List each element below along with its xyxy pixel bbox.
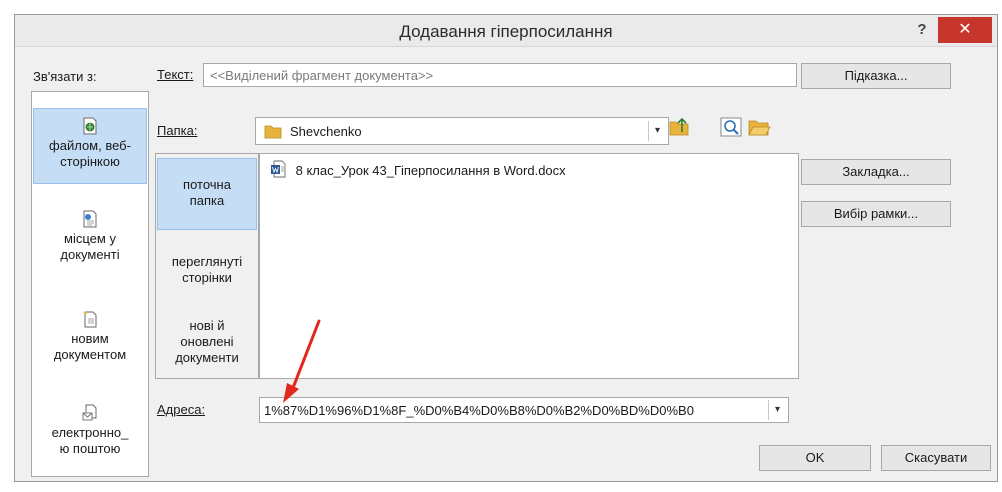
- close-button[interactable]: ✕: [938, 17, 992, 43]
- link-to-new-document[interactable]: новим документом: [33, 302, 147, 374]
- link-to-existing-file[interactable]: файлом, веб- сторінкою: [33, 108, 147, 184]
- address-label: Адреса:: [157, 402, 206, 417]
- link-to-place-in-document[interactable]: місцем у документі: [33, 202, 147, 274]
- link-to-existing-file-line1: файлом, веб-: [49, 138, 131, 153]
- browsed-pages-tab[interactable]: переглянуті сторінки: [157, 244, 257, 304]
- folder-select[interactable]: Shevchenko ▾: [255, 117, 669, 145]
- insert-hyperlink-dialog: Додавання гіперпосилання ? ✕ Зв'язати з:…: [14, 14, 998, 482]
- link-to-existing-file-line2: сторінкою: [60, 154, 120, 169]
- recent-files-line1: нові й: [189, 318, 225, 333]
- link-to-email[interactable]: електронно_ ю поштою: [33, 396, 147, 468]
- recent-files-tab[interactable]: нові й оновлені документи: [157, 312, 257, 376]
- chevron-down-icon[interactable]: ▾: [648, 121, 666, 141]
- text-to-display-label: Текст:: [157, 67, 194, 82]
- folder-icon: [264, 125, 282, 139]
- browse-web-button[interactable]: [719, 115, 743, 139]
- open-folder-icon: [748, 120, 771, 136]
- web-file-icon: [83, 117, 97, 135]
- word-document-icon: [271, 160, 286, 178]
- dialog-title: Додавання гіперпосилання: [399, 22, 613, 41]
- annotation-arrow-icon: [283, 319, 321, 403]
- title-bar: Додавання гіперпосилання ? ✕: [15, 15, 997, 47]
- current-folder-tab[interactable]: поточна папка: [157, 158, 257, 230]
- cancel-button[interactable]: Скасувати: [881, 445, 991, 471]
- chevron-down-icon[interactable]: ▾: [768, 400, 786, 420]
- look-in-pane: поточна папка переглянуті сторінки нові …: [155, 153, 259, 379]
- browse-file-button[interactable]: [747, 115, 771, 139]
- new-document-icon: [83, 311, 97, 328]
- text-to-display-input[interactable]: <<Виділений фрагмент документа>>: [203, 63, 797, 87]
- link-to-email-line2: ю поштою: [59, 441, 121, 456]
- browsed-pages-line1: переглянуті: [171, 254, 243, 269]
- address-input[interactable]: 1%87%D1%96%D1%8F_%D0%B4%D0%B8%D0%B2%D0%B…: [259, 397, 789, 423]
- ok-button[interactable]: OK: [759, 445, 871, 471]
- up-one-folder-button[interactable]: [667, 115, 691, 139]
- file-name: 8 клас_Урок 43_Гіперпосилання в Word.doc…: [295, 163, 566, 178]
- link-to-new-line2: документом: [53, 347, 127, 362]
- recent-files-line3: документи: [175, 350, 239, 365]
- link-to-bar: файлом, веб- сторінкою місцем у документ…: [31, 91, 149, 477]
- browsed-pages-line2: сторінки: [182, 270, 232, 285]
- current-folder-line2: папка: [189, 193, 225, 208]
- file-list[interactable]: 8 клас_Урок 43_Гіперпосилання в Word.doc…: [259, 153, 799, 379]
- up-folder-icon: [669, 117, 689, 136]
- folder-name: Shevchenko: [290, 124, 362, 139]
- target-frame-button[interactable]: Вибір рамки...: [801, 201, 951, 227]
- folder-label: Папка:: [157, 123, 198, 138]
- bookmark-button[interactable]: Закладка...: [801, 159, 951, 185]
- address-value: 1%87%D1%96%D1%8F_%D0%B4%D0%B8%D0%B2%D0%B…: [264, 403, 694, 418]
- link-to-label: Зв'язати з:: [33, 69, 97, 84]
- screentip-button[interactable]: Підказка...: [801, 63, 951, 89]
- link-to-place-line1: місцем у: [64, 231, 116, 246]
- place-in-document-icon: [83, 210, 97, 228]
- recent-files-line2: оновлені: [180, 334, 234, 349]
- link-to-email-line1: електронно_: [51, 425, 129, 440]
- browse-web-icon: [720, 117, 742, 137]
- email-icon: [82, 404, 97, 421]
- link-to-new-line1: новим: [71, 331, 109, 346]
- link-to-place-line2: документі: [60, 247, 120, 262]
- help-button[interactable]: ?: [910, 19, 934, 41]
- current-folder-line1: поточна: [183, 177, 231, 192]
- list-item[interactable]: 8 клас_Урок 43_Гіперпосилання в Word.doc…: [270, 160, 566, 178]
